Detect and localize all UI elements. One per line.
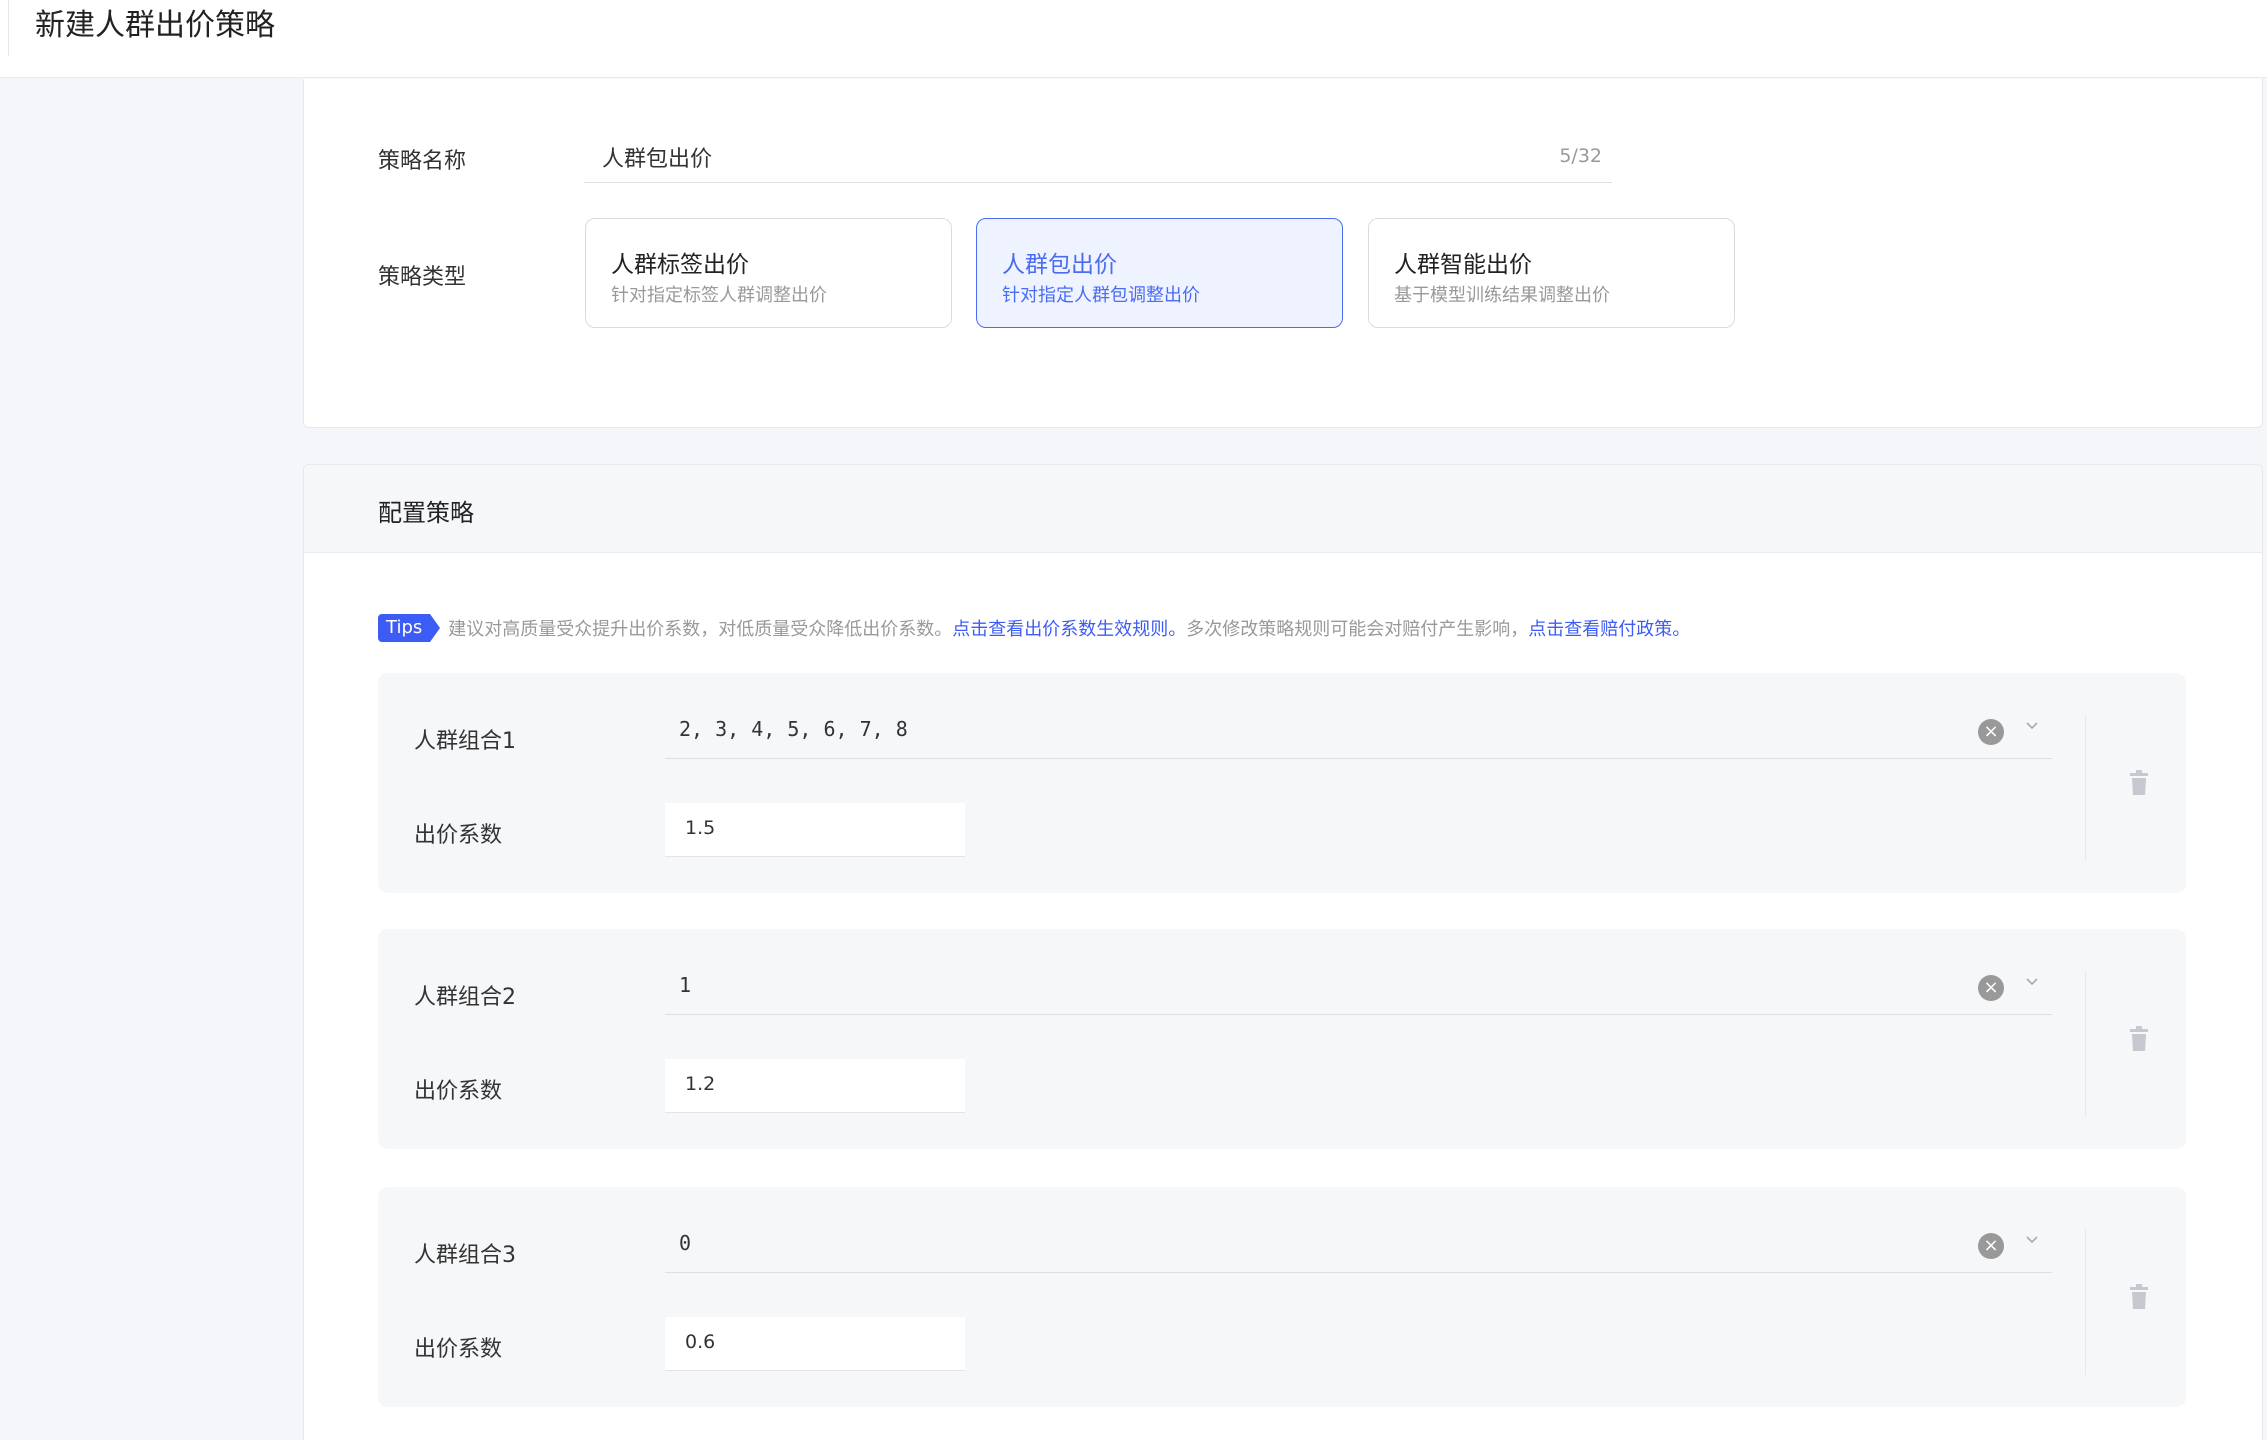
tips-text-2: 多次修改策略规则可能会对赔付产生影响， [1186,619,1529,640]
crowd-group-select[interactable]: 0 × [665,1221,2052,1273]
trash-icon[interactable] [2128,1284,2150,1310]
bid-coef-input[interactable]: 1.2 [665,1059,965,1113]
crowd-group-select[interactable]: 1 × [665,963,2052,1015]
type-option-title: 人群包出价 [1002,252,1117,278]
type-option-crowd-package[interactable]: 人群包出价 针对指定人群包调整出价 [976,218,1343,328]
close-circle-icon[interactable]: × [1978,1233,2004,1259]
type-option-title: 人群标签出价 [611,252,749,278]
crowd-group-select[interactable]: 2, 3, 4, 5, 6, 7, 8 × [665,707,2052,759]
close-circle-icon[interactable]: × [1978,719,2004,745]
crowd-group-select-value: 1 [679,973,692,997]
config-card-title: 配置策略 [378,499,474,527]
crowd-group-select-value: 0 [679,1231,692,1255]
tips-bar: Tips 建议对高质量受众提升出价系数，对低质量受众降低出价系数。 点击查看出价… [378,613,1690,643]
chevron-down-icon[interactable] [2024,717,2040,733]
top-bar-divider [8,0,9,56]
strategy-type-label: 策略类型 [378,265,467,290]
compensation-policy-link[interactable]: 点击查看赔付政策。 [1528,615,1690,641]
bid-coef-label: 出价系数 [414,1337,503,1362]
trash-icon[interactable] [2128,770,2150,796]
bid-rule-link[interactable]: 点击查看出价系数生效规则。 [952,615,1186,641]
crowd-group-2: 人群组合2 1 × 出价系数 1.2 [378,929,2186,1149]
tips-badge: Tips [378,614,441,642]
crowd-group-3: 人群组合3 0 × 出价系数 0.6 [378,1187,2186,1407]
basic-info-card: 策略名称 人群包出价 5/32 策略类型 人群标签出价 针对指定标签人群调整出价… [303,79,2263,428]
crowd-group-label: 人群组合2 [414,985,516,1010]
crowd-group-select-value: 2, 3, 4, 5, 6, 7, 8 [679,717,908,741]
trash-icon[interactable] [2128,1026,2150,1052]
strategy-name-label: 策略名称 [378,149,467,174]
chevron-down-icon[interactable] [2024,1231,2040,1247]
bid-coef-label: 出价系数 [414,823,503,848]
crowd-group-label: 人群组合1 [414,729,516,754]
bid-coef-label: 出价系数 [414,1079,503,1104]
chevron-down-icon[interactable] [2024,973,2040,989]
config-card-header: 配置策略 [304,465,2262,553]
type-option-crowd-smart[interactable]: 人群智能出价 基于模型训练结果调整出价 [1368,218,1735,328]
tips-text-1: 建议对高质量受众提升出价系数，对低质量受众降低出价系数。 [448,619,953,640]
strategy-name-input[interactable]: 人群包出价 5/32 [584,133,1612,183]
crowd-group-1: 人群组合1 2, 3, 4, 5, 6, 7, 8 × 出价系数 1.5 [378,673,2186,893]
strategy-name-char-count: 5/32 [1559,145,1602,167]
top-bar: 新建人群出价策略 [0,0,2267,78]
bid-coef-input[interactable]: 0.6 [665,1317,965,1371]
bid-coef-value: 1.5 [685,817,716,839]
group-divider [2085,715,2086,861]
type-option-crowd-tag[interactable]: 人群标签出价 针对指定标签人群调整出价 [585,218,952,328]
bid-coef-value: 0.6 [685,1331,716,1353]
strategy-name-value: 人群包出价 [602,147,713,172]
type-option-desc: 针对指定人群包调整出价 [1002,285,1200,306]
config-card: 配置策略 Tips 建议对高质量受众提升出价系数，对低质量受众降低出价系数。 点… [303,464,2263,1440]
bid-coef-input[interactable]: 1.5 [665,803,965,857]
group-divider [2085,971,2086,1117]
type-option-desc: 基于模型训练结果调整出价 [1394,285,1610,306]
page-title: 新建人群出价策略 [35,8,275,43]
bid-coef-value: 1.2 [685,1073,716,1095]
close-circle-icon[interactable]: × [1978,975,2004,1001]
type-option-title: 人群智能出价 [1394,252,1532,278]
type-option-desc: 针对指定标签人群调整出价 [611,285,827,306]
group-divider [2085,1229,2086,1375]
crowd-group-label: 人群组合3 [414,1243,516,1268]
